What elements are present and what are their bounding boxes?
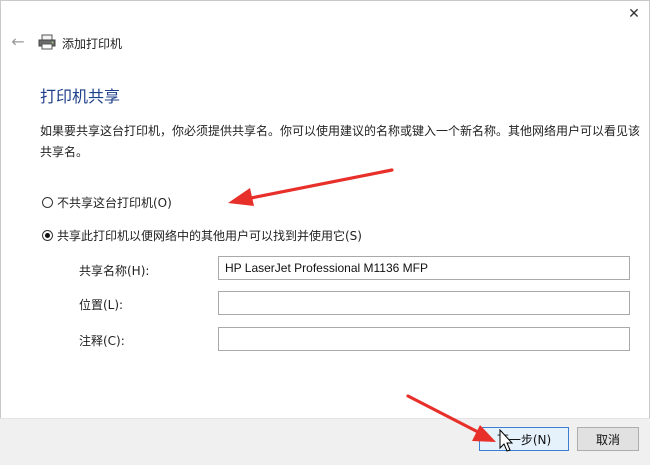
share-name-input[interactable] [218,256,630,280]
share-radio[interactable]: 共享此打印机以便网络中的其他用户可以找到并使用它(S) [42,227,362,244]
share-name-label: 共享名称(H): [79,264,150,278]
location-input[interactable] [218,291,630,315]
radio-circle-unchecked[interactable] [42,197,53,208]
no-share-radio[interactable]: 不共享这台打印机(O) [42,194,172,211]
page-heading: 打印机共享 [40,87,121,106]
location-label: 位置(L): [79,298,124,312]
printer-icon [38,34,56,50]
radio-circle-checked[interactable] [42,230,53,241]
description-text: 如果要共享这台打印机，你必须提供共享名。你可以使用建议的名称或键入一个新名称。其… [40,124,641,159]
close-icon[interactable]: ✕ [618,0,650,28]
share-label: 共享此打印机以便网络中的其他用户可以找到并使用它(S) [57,229,362,243]
next-button[interactable]: 下一步(N) [479,427,569,451]
back-arrow-icon[interactable]: ← [8,30,28,52]
no-share-label: 不共享这台打印机(O) [57,196,172,210]
comment-label: 注释(C): [79,334,125,348]
comment-input[interactable] [218,327,630,351]
window-title: 添加打印机 [62,37,123,51]
mouse-cursor-icon [499,429,514,452]
cancel-button[interactable]: 取消 [577,427,639,451]
